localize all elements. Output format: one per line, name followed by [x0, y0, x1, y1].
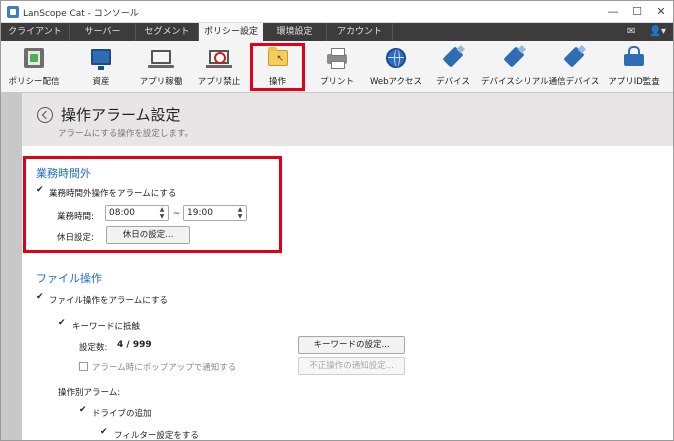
monitor-icon: [91, 49, 111, 70]
chevron-down-icon[interactable]: ▾: [661, 26, 666, 38]
keyword-label: キーワードに抵触: [72, 322, 141, 332]
popup-notify-label: アラーム時にポップアップで通知する: [92, 363, 237, 373]
filter-settings-label: フィルター設定をする: [114, 431, 199, 441]
keyword-count-label: 設定数:: [79, 343, 108, 353]
annotation-highlight-box: [23, 156, 282, 253]
message-icon[interactable]: ✉: [627, 26, 635, 38]
toolbar-item-assets[interactable]: 資産: [79, 44, 123, 90]
drive-add-checkbox[interactable]: [79, 405, 88, 417]
lock-icon: [624, 46, 644, 66]
keyword-checkbox[interactable]: [58, 318, 67, 330]
app-logo-icon: [7, 6, 19, 18]
laptop-icon: [148, 50, 174, 68]
app-window: LanScope Cat - コンソール — ☐ ✕ クライアント サーバー セ…: [0, 0, 674, 441]
popup-notify-checkbox[interactable]: [79, 362, 88, 371]
filter-settings-checkbox[interactable]: [100, 427, 109, 439]
globe-icon: [386, 48, 406, 68]
toolbar-item-web-access[interactable]: Webアクセス: [369, 44, 423, 90]
tab-server[interactable]: サーバー: [70, 23, 136, 41]
page-header: 操作アラーム設定 アラームにする操作を設定します。: [22, 93, 673, 146]
toolbar-item-app-ban[interactable]: アプリ禁止: [194, 44, 244, 90]
toolbar-item-app-running[interactable]: アプリ稼働: [136, 44, 186, 90]
keyword-settings-button[interactable]: キーワードの設定...: [298, 336, 405, 354]
page-subtitle: アラームにする操作を設定します。: [58, 129, 193, 139]
toolbar-item-operation[interactable]: 操作: [250, 43, 305, 91]
toolbar-item-app-id-audit[interactable]: アプリID監査: [608, 44, 660, 90]
title-bar: LanScope Cat - コンソール — ☐ ✕: [1, 1, 673, 23]
tab-account[interactable]: アカウント: [327, 23, 393, 41]
main-tab-bar: クライアント サーバー セグメント ポリシー設定 環境設定 アカウント ✉ 👤 …: [1, 23, 673, 41]
per-operation-alarm-label: 操作別アラーム:: [58, 388, 121, 398]
file-ops-alarm-label: ファイル操作をアラームにする: [49, 296, 168, 306]
window-title: LanScope Cat - コンソール: [23, 9, 139, 19]
violation-notify-settings-button[interactable]: 不正操作の通知設定...: [298, 357, 405, 375]
section-title-file-operations: ファイル操作: [36, 272, 102, 285]
tab-segment[interactable]: セグメント: [136, 23, 199, 41]
policy-toolbar: ポリシー配信 資産 アプリ稼働 アプリ禁止 操作 プリント Webアクセス デ: [1, 41, 673, 93]
printer-icon: [327, 48, 347, 69]
ban-icon: [206, 50, 232, 68]
tab-client[interactable]: クライアント: [1, 23, 70, 41]
maximize-icon[interactable]: ☐: [628, 4, 646, 20]
policy-distribution-icon: [24, 48, 44, 68]
toolbar-item-device-serial[interactable]: デバイスシリアル: [481, 44, 549, 90]
minimize-icon[interactable]: —: [604, 4, 622, 20]
tab-environment-settings[interactable]: 環境設定: [263, 23, 327, 41]
comm-device-icon: [563, 46, 585, 68]
usb-serial-icon: [503, 46, 525, 68]
keyword-count-value: 4 / 999: [117, 340, 152, 350]
usb-icon: [442, 46, 464, 68]
page-title: 操作アラーム設定: [61, 106, 181, 124]
close-icon[interactable]: ✕: [652, 4, 670, 20]
user-icon[interactable]: 👤: [649, 26, 661, 38]
file-ops-alarm-checkbox[interactable]: [36, 292, 45, 304]
toolbar-item-print[interactable]: プリント: [315, 44, 359, 90]
toolbar-item-policy-distribution[interactable]: ポリシー配信: [8, 44, 60, 90]
drive-add-label: ドライブの追加: [92, 409, 152, 419]
folder-cursor-icon: [267, 47, 288, 66]
back-icon[interactable]: [37, 107, 53, 123]
tab-policy-settings[interactable]: ポリシー設定: [199, 23, 263, 41]
left-sidebar-strip: [1, 93, 22, 440]
toolbar-item-comm-device[interactable]: 通信デバイス: [549, 44, 599, 90]
toolbar-item-device[interactable]: デバイス: [431, 44, 475, 90]
